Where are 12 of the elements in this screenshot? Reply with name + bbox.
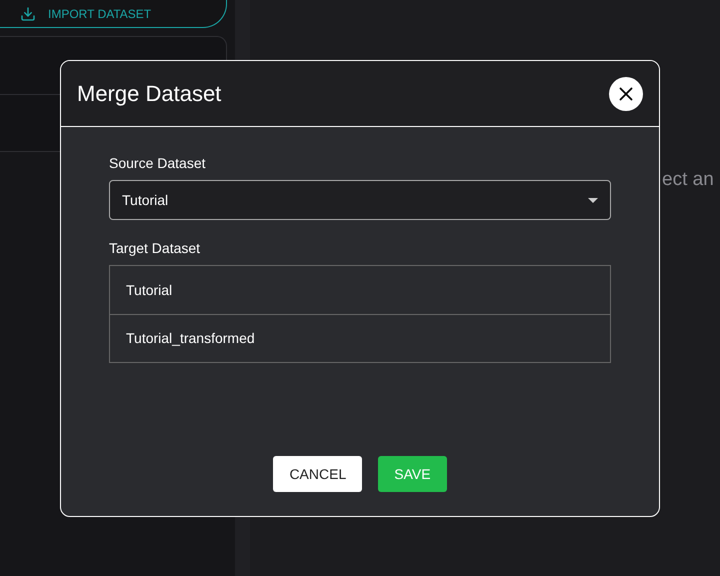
import-dataset-button[interactable]: IMPORT DATASET bbox=[0, 0, 227, 28]
cancel-button[interactable]: CANCEL bbox=[273, 456, 362, 492]
source-select[interactable]: Tutorial bbox=[109, 180, 611, 220]
source-label: Source Dataset bbox=[109, 154, 206, 173]
caret-icon bbox=[588, 198, 598, 202]
target-list-item[interactable]: Tutorial bbox=[110, 266, 610, 314]
close-button[interactable] bbox=[609, 76, 643, 110]
hint-text: ect an bbox=[662, 169, 714, 190]
target-label: Target Dataset bbox=[109, 239, 202, 258]
download-icon bbox=[20, 6, 36, 22]
target-list-item[interactable]: Tutorial_transformed bbox=[110, 314, 610, 362]
dialog-title: Merge Dataset bbox=[77, 80, 222, 108]
